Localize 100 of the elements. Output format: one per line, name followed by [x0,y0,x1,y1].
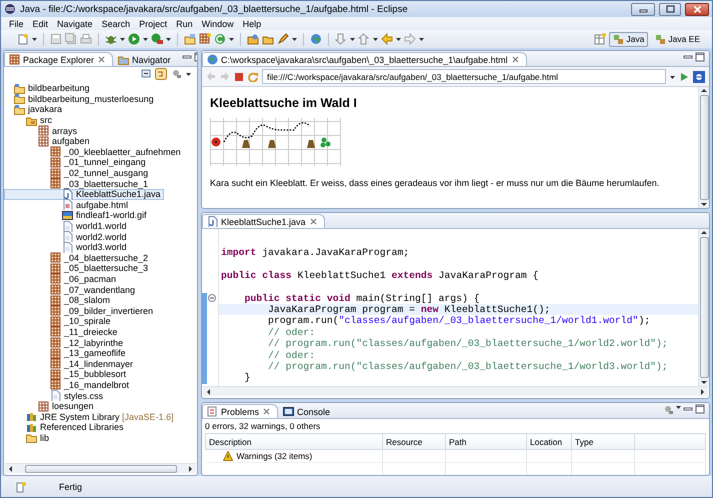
url-field[interactable]: file:///C:/workspace/javakara/src/aufgaben/_03_blaettersuche_1/aufgabe.html [262,69,666,84]
pencil-icon[interactable] [277,33,289,45]
scroll-left-icon[interactable] [206,388,211,396]
caret-icon[interactable] [120,36,125,42]
scroll-down-icon[interactable] [701,202,707,207]
caret-icon[interactable] [292,36,297,42]
caret-icon[interactable] [229,36,234,42]
tree-item[interactable]: world3.world [4,242,130,252]
minimize-button[interactable] [631,2,655,16]
tree-item[interactable]: bildbearbeitung_musterloesung [4,94,157,104]
close-button[interactable] [685,2,709,16]
scroll-up-icon[interactable] [701,88,707,93]
menu-item[interactable]: Window [202,18,234,28]
tree-item[interactable]: _06_pacman [4,274,120,284]
caret-icon[interactable] [676,404,681,410]
menu-item[interactable]: Project [139,18,168,28]
browser-icon[interactable] [693,70,705,82]
caret-icon[interactable] [143,36,148,42]
filter-icon[interactable] [171,68,182,79]
column-header[interactable]: Description [206,434,382,450]
close-icon[interactable] [262,407,272,416]
menu-item[interactable]: Help [242,18,262,28]
tree-item[interactable]: _10_spirale [4,316,114,327]
tree-item[interactable]: JRE System Library [JavaSE-1.6] [4,411,177,422]
close-icon[interactable] [510,55,520,64]
folder-icon[interactable] [247,33,259,45]
run-tool-icon[interactable] [151,33,163,45]
tree-item[interactable]: _12_labyrinthe [4,337,126,348]
tree-item[interactable]: aufgaben [4,136,93,147]
view-tab[interactable]: Console [278,404,338,418]
tree-item[interactable]: _15_bubblesort [4,369,130,380]
caret-icon[interactable] [166,36,171,42]
fold-icon[interactable] [208,294,216,302]
tree-item[interactable]: _13_gameoflife [4,348,129,358]
open-perspective-icon[interactable] [594,33,606,45]
close-icon[interactable] [308,217,318,226]
go-icon[interactable] [679,72,689,82]
tree-item[interactable]: world2.world [4,231,130,242]
column-header[interactable]: Path [446,434,526,450]
caret-icon[interactable] [32,36,37,42]
maximize-button[interactable] [659,2,681,16]
problem-group[interactable]: Warnings (32 items) [208,451,379,461]
caret-icon[interactable] [350,36,355,42]
tree-item[interactable]: Referenced Libraries [4,422,127,433]
scrollbar-thumb[interactable] [24,464,176,472]
scroll-right-icon[interactable] [700,388,705,396]
globe-icon[interactable] [310,33,322,45]
view-tab[interactable]: Package Explorer [4,52,114,66]
tree-item[interactable]: _08_slalom [4,294,114,306]
tree-item[interactable]: _00_kleeblaetter_aufnehmen [4,146,184,158]
tree-item[interactable]: arrays [4,125,80,136]
caret-icon[interactable] [419,36,424,42]
bug-icon[interactable] [105,33,117,45]
editor-tab[interactable]: C:\workspace\javakara\src\aufgaben\_03_blaettersuche_1\aufgabe.html [202,52,527,66]
tree-item[interactable]: loesungen [4,400,97,412]
menu-item[interactable]: Search [102,18,130,28]
new-file-icon[interactable] [17,33,29,45]
tree-item[interactable]: _02_tunnel_ausgang [4,168,152,178]
scroll-right-icon[interactable] [188,464,193,472]
column-header[interactable]: Type [572,434,634,450]
caret-icon[interactable] [186,70,191,76]
scrollbar-thumb[interactable] [700,95,708,200]
tree-item[interactable]: styles.css [4,390,106,401]
view-tab[interactable]: Problems [202,404,278,418]
menu-item[interactable]: Run [176,18,193,28]
tree-item[interactable]: _16_mandelbrot [4,380,132,390]
caret-icon[interactable] [670,74,675,80]
menu-item[interactable]: Edit [32,18,48,28]
editor-tab[interactable]: KleeblattSuche1.java [202,214,325,228]
menu-item[interactable]: Navigate [57,18,93,28]
code-line: } [244,372,252,384]
tree-item[interactable]: _04_blaettersuche_2 [4,252,152,264]
tree-item[interactable]: _11_dreiecke [4,326,120,338]
tree-item[interactable]: src [4,114,55,126]
menu-item[interactable]: File [9,18,24,28]
column-header[interactable]: Location [526,434,572,450]
tree-item[interactable]: _09_bilder_invertieren [4,305,156,316]
caret-icon[interactable] [373,36,378,42]
scrollbar-thumb[interactable] [700,237,708,378]
perspective-button[interactable]: Java EE [651,32,704,46]
view-tab[interactable]: Navigator [113,52,178,66]
tree-item[interactable]: _14_lindenmayer [4,358,136,370]
close-icon[interactable] [97,55,106,64]
tree-item[interactable]: lib [4,432,52,444]
tree-item[interactable]: KleeblattSuche1.java [4,188,164,200]
tree-item[interactable]: _05_blaettersuche_3 [4,263,152,274]
run-icon[interactable] [128,33,140,45]
tree-item[interactable]: javakara [4,104,66,115]
tree-item[interactable]: _07_wandentlang [4,284,138,295]
scroll-left-icon[interactable] [8,464,13,472]
collapse-all-icon[interactable] [141,68,151,79]
tree-item[interactable]: findleaf1-world.gif [4,210,150,221]
stop-icon[interactable] [234,72,244,82]
tree-item[interactable]: _03_blaettersuche_1 [4,178,152,189]
tree-item[interactable]: aufgabe.html [4,200,132,210]
tree-item[interactable]: bildbearbeitung [4,83,93,94]
column-header[interactable]: Resource [382,434,446,450]
perspective-button[interactable]: Java [609,32,648,46]
tree-item[interactable]: _01_tunnel_eingang [4,157,149,168]
caret-icon[interactable] [396,36,401,42]
